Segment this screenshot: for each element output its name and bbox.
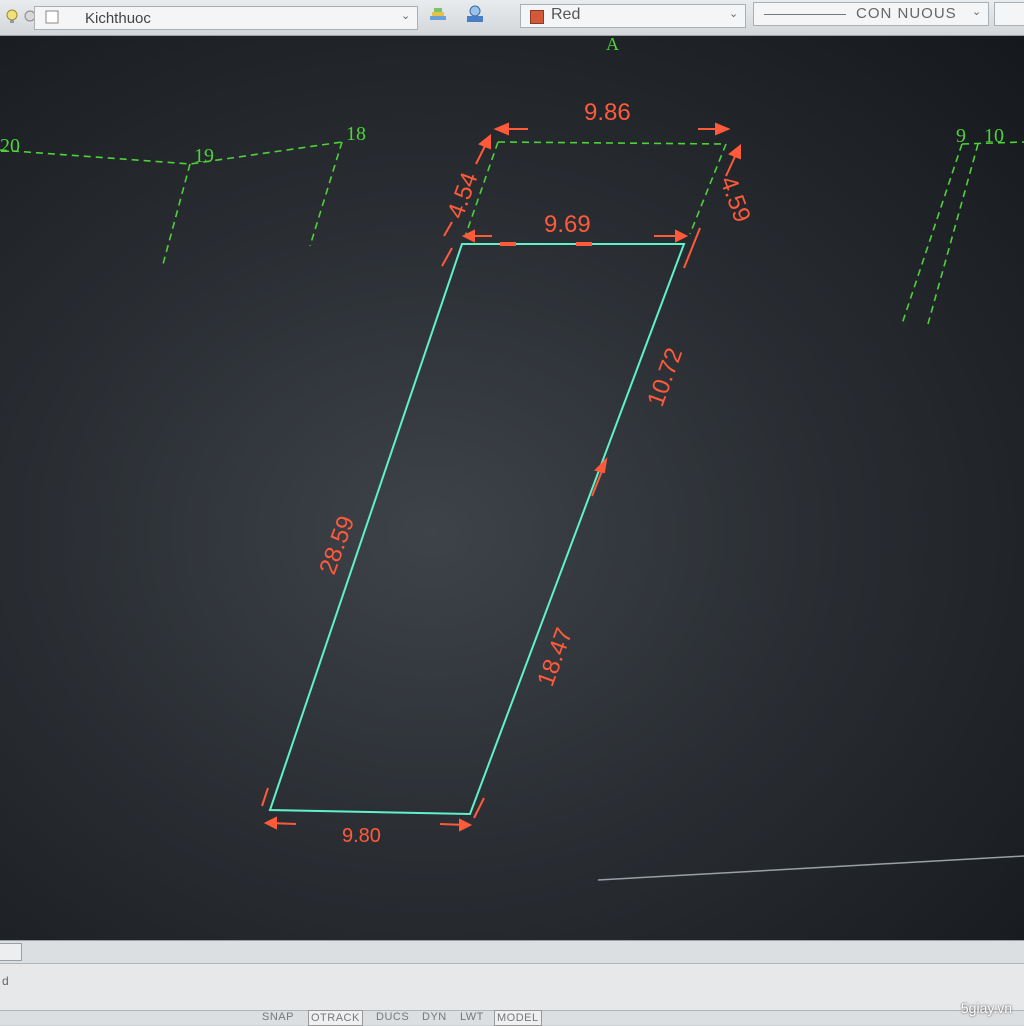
status-ducs-button[interactable]: DUCS	[374, 1010, 411, 1024]
dimension-arrowhead	[459, 818, 473, 832]
command-area: d SNAP OTRACK DUCS DYN LWT MODEL	[0, 940, 1024, 1026]
command-line[interactable]: d	[0, 963, 1024, 1011]
current-linetype-name: CON NUOUS	[856, 5, 957, 22]
color-swatch	[530, 10, 544, 24]
dimension-tick	[576, 242, 592, 246]
dimension-arrowhead	[675, 229, 689, 243]
cad-drawing: 9.86 9.69 4.54 4.59 10.72 28.59 18.47 9.…	[0, 36, 1024, 881]
dimension-tick	[500, 242, 516, 246]
dimension-arrowhead	[715, 122, 731, 136]
layer-states-icon[interactable]	[428, 6, 448, 26]
parcel-label: 19	[194, 145, 214, 167]
status-dyn-button[interactable]: DYN	[420, 1010, 449, 1024]
neighbor-parcel-line	[0, 141, 343, 165]
dimension-arrow	[441, 247, 453, 267]
neighbor-parcel-line	[309, 141, 343, 247]
command-prompt: d	[2, 974, 9, 988]
neighbor-parcel-line	[497, 141, 727, 145]
parcel-label: 10	[984, 125, 1004, 147]
command-window-tab[interactable]	[0, 943, 22, 961]
color-dropdown[interactable]: Red ⌄	[520, 4, 746, 28]
top-marker-label: A	[606, 36, 619, 54]
neighbor-parcel-line	[161, 163, 191, 269]
dimension-bottom: 9.80	[342, 825, 381, 847]
lineweight-dropdown[interactable]	[994, 2, 1024, 26]
linetype-dropdown[interactable]: CON NUOUS ⌄	[753, 2, 989, 26]
parcel-label: 20	[0, 135, 20, 157]
layer-properties-toolbar: Kichthuoc ⌄ Red ⌄ CON NUOUS ⌄	[0, 0, 1024, 36]
dimension-left-long: 28.59	[314, 512, 360, 578]
dimension-top-inner: 9.69	[544, 211, 591, 238]
current-color-name: Red	[551, 6, 581, 23]
parcel-label: 9	[956, 125, 966, 147]
dimension-arrowhead	[594, 457, 608, 474]
dimension-top-outer: 9.86	[584, 99, 631, 126]
dimension-arrowhead	[263, 816, 277, 830]
current-layer-name: Kichthuoc	[85, 9, 151, 27]
dimension-left-short: 4.54	[442, 169, 483, 222]
dimension-arrowhead	[493, 122, 509, 136]
chevron-down-icon[interactable]: ⌄	[972, 7, 982, 18]
status-bar: SNAP OTRACK DUCS DYN LWT MODEL	[0, 1009, 1024, 1026]
site-watermark: 5giay.vn	[960, 1000, 1012, 1016]
status-snap-button[interactable]: SNAP	[260, 1010, 296, 1024]
layer-freeze-box-icon	[45, 10, 61, 26]
neighbor-parcel-line	[901, 143, 963, 325]
linetype-preview	[764, 14, 846, 15]
layer-properties-icon[interactable]	[464, 4, 486, 26]
dimension-arrow	[683, 227, 701, 269]
drawing-limit-line	[597, 855, 1024, 881]
dimension-arrowhead	[461, 229, 475, 243]
parcel-label: 18	[346, 123, 366, 145]
lightbulb-icon[interactable]	[4, 8, 20, 24]
dimension-right-upper: 10.72	[642, 344, 688, 410]
drawing-canvas[interactable]: 9.86 9.69 4.54 4.59 10.72 28.59 18.47 9.…	[0, 36, 1024, 940]
dimension-arrow	[261, 787, 269, 807]
dimension-right-lower: 18.47	[532, 624, 578, 690]
dimension-arrowhead	[478, 133, 491, 150]
chevron-down-icon[interactable]: ⌄	[401, 11, 411, 22]
status-lwt-button[interactable]: LWT	[458, 1010, 486, 1024]
dimension-arrowhead	[728, 143, 741, 160]
dimension-right-short: 4.59	[714, 173, 755, 226]
chevron-down-icon[interactable]: ⌄	[729, 9, 739, 20]
dimension-arrow	[443, 221, 453, 237]
layer-dropdown[interactable]: Kichthuoc ⌄	[34, 6, 418, 30]
